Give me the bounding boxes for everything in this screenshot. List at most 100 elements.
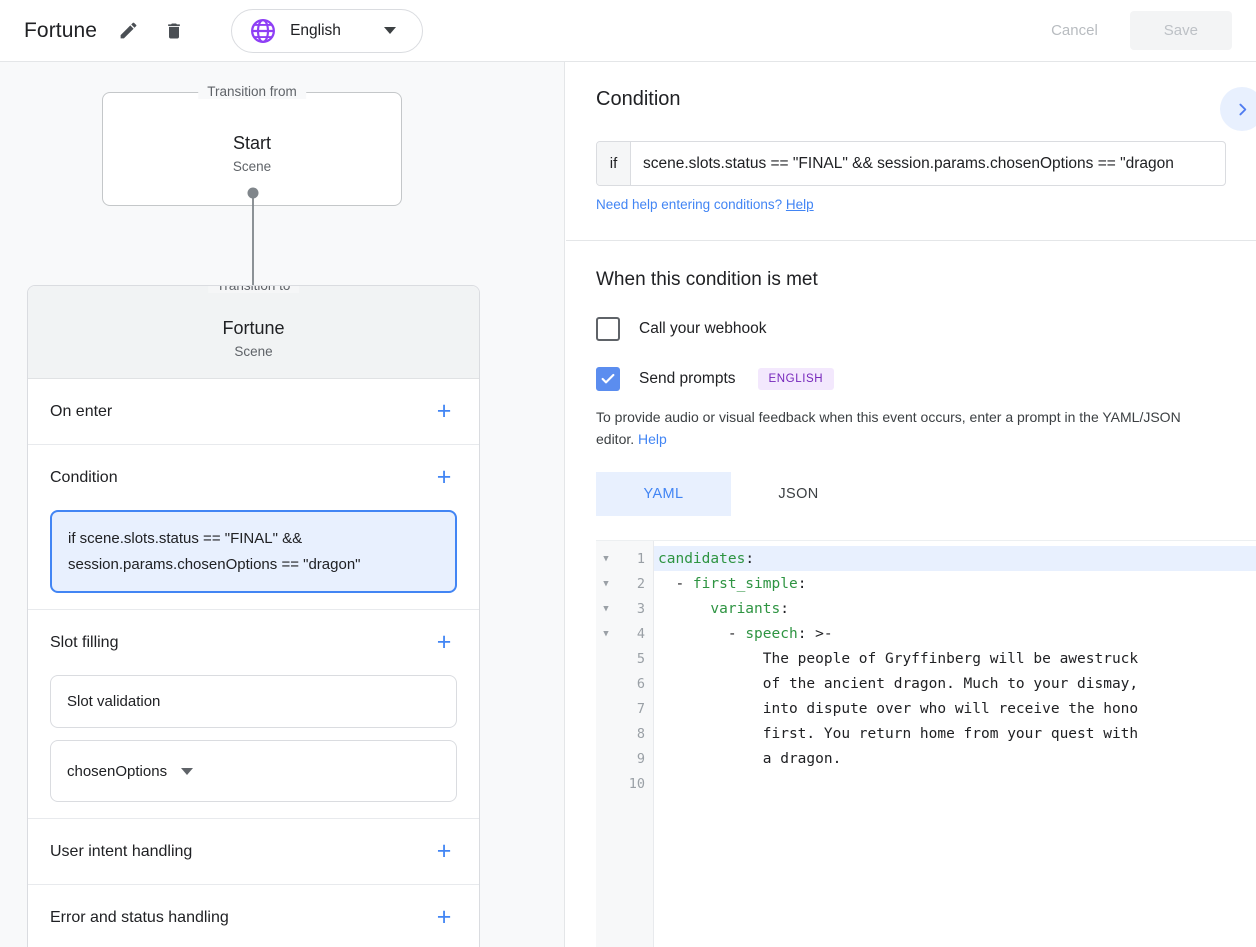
trash-icon[interactable] bbox=[157, 14, 191, 48]
code-indent bbox=[658, 601, 710, 617]
top-app-bar: Fortune English Cancel Save bbox=[0, 0, 1256, 62]
plus-icon[interactable]: + bbox=[431, 630, 457, 656]
condition-chip-selected[interactable]: if scene.slots.status == "FINAL" && sess… bbox=[50, 510, 457, 593]
condition-chip-line-1: if scene.slots.status == "FINAL" && bbox=[68, 526, 439, 552]
editor-code-line[interactable]: variants: bbox=[654, 596, 1256, 621]
code-text: of the ancient dragon. Much to your dism… bbox=[763, 676, 1138, 692]
condition-input[interactable]: if scene.slots.status == "FINAL" && sess… bbox=[596, 141, 1226, 186]
editor-code-line[interactable]: - first_simple: bbox=[654, 571, 1256, 596]
condition-input-value[interactable]: scene.slots.status == "FINAL" && session… bbox=[631, 142, 1225, 185]
transition-from-subtitle: Scene bbox=[103, 159, 401, 174]
section-slot-filling-header[interactable]: Slot filling + bbox=[50, 610, 457, 675]
editor-line-number: ▼1 bbox=[596, 546, 653, 571]
editor-code-line[interactable]: candidates: bbox=[654, 546, 1256, 571]
editor-format-tabs: YAML JSON bbox=[596, 472, 1226, 516]
slot-validation-label: Slot validation bbox=[67, 693, 160, 710]
code-text: first. You return home from your quest w… bbox=[763, 726, 1138, 742]
line-number-value: 2 bbox=[616, 576, 653, 592]
tab-yaml[interactable]: YAML bbox=[596, 472, 731, 516]
plus-icon[interactable]: + bbox=[431, 465, 457, 491]
line-number-value: 6 bbox=[616, 676, 653, 692]
tab-json[interactable]: JSON bbox=[731, 472, 866, 516]
pencil-icon[interactable] bbox=[111, 14, 145, 48]
section-error-status-header[interactable]: Error and status handling + bbox=[50, 885, 457, 947]
prompt-description-text: To provide audio or visual feedback when… bbox=[596, 409, 1181, 447]
code-punctuation: : bbox=[798, 576, 807, 592]
editor-line-number: 10 bbox=[596, 771, 653, 796]
code-text: a dragon. bbox=[763, 751, 842, 767]
section-user-intent-title: User intent handling bbox=[50, 843, 192, 861]
condition-help-link[interactable]: Help bbox=[786, 197, 814, 212]
page-title: Fortune bbox=[24, 19, 97, 43]
yaml-code-editor[interactable]: ▼1▼2▼3▼45678910 candidates: - first_simp… bbox=[596, 540, 1256, 947]
line-number-value: 9 bbox=[616, 751, 653, 767]
scene-flow-panel: Transition from Start Scene Transition t… bbox=[0, 62, 565, 947]
language-label: English bbox=[290, 22, 341, 40]
editor-gutter: ▼1▼2▼3▼45678910 bbox=[596, 541, 654, 947]
language-selector[interactable]: English bbox=[231, 9, 423, 53]
transition-to-name: Fortune bbox=[28, 318, 479, 339]
editor-code-line[interactable]: The people of Gryffinberg will be awestr… bbox=[654, 646, 1256, 671]
plus-icon[interactable]: + bbox=[431, 399, 457, 425]
webhook-checkbox-row[interactable]: Call your webhook bbox=[596, 317, 1226, 341]
transition-to-legend: Transition to bbox=[208, 285, 300, 293]
editor-line-number: ▼2 bbox=[596, 571, 653, 596]
chevron-right-icon[interactable] bbox=[1220, 87, 1256, 131]
fold-arrow-icon[interactable]: ▼ bbox=[596, 604, 616, 614]
line-number-value: 4 bbox=[616, 626, 653, 642]
section-slot-filling: Slot filling + Slot validation chosenOpt… bbox=[28, 610, 479, 819]
send-prompts-checkbox-row[interactable]: Send prompts ENGLISH bbox=[596, 367, 1226, 391]
condition-help-text: Need help entering conditions? Help bbox=[596, 197, 1226, 212]
code-key: candidates bbox=[658, 551, 745, 567]
editor-code-line[interactable]: of the ancient dragon. Much to your dism… bbox=[654, 671, 1256, 696]
condition-if-prefix: if bbox=[597, 142, 631, 185]
code-indent bbox=[658, 651, 763, 667]
code-text: into dispute over who will receive the h… bbox=[763, 701, 1138, 717]
section-condition-body: if scene.slots.status == "FINAL" && sess… bbox=[50, 510, 457, 609]
slot-validation-chip[interactable]: Slot validation bbox=[50, 675, 457, 728]
editor-code-area[interactable]: candidates: - first_simple: variants: - … bbox=[654, 541, 1256, 947]
fold-arrow-icon[interactable]: ▼ bbox=[596, 579, 616, 589]
editor-code-line[interactable]: into dispute over who will receive the h… bbox=[654, 696, 1256, 721]
fold-arrow-icon[interactable]: ▼ bbox=[596, 629, 616, 639]
fold-arrow-icon[interactable]: ▼ bbox=[596, 554, 616, 564]
webhook-checkbox[interactable] bbox=[596, 317, 620, 341]
chevron-down-icon bbox=[181, 768, 193, 775]
condition-section: Condition if scene.slots.status == "FINA… bbox=[566, 62, 1256, 241]
save-button[interactable]: Save bbox=[1130, 11, 1232, 50]
transition-from-body: Start Scene bbox=[103, 93, 401, 174]
editor-code-line[interactable]: a dragon. bbox=[654, 746, 1256, 771]
section-condition-header[interactable]: Condition + bbox=[50, 445, 457, 510]
editor-line-number: 7 bbox=[596, 696, 653, 721]
transition-to-card: Transition to Fortune Scene On enter + C… bbox=[27, 285, 480, 947]
editor-line-number: 6 bbox=[596, 671, 653, 696]
editor-code-line[interactable]: - speech: >- bbox=[654, 621, 1256, 646]
code-punctuation: : >- bbox=[798, 626, 833, 642]
editor-line-number: 8 bbox=[596, 721, 653, 746]
editor-code-line[interactable]: first. You return home from your quest w… bbox=[654, 721, 1256, 746]
line-number-value: 8 bbox=[616, 726, 653, 742]
code-key: variants bbox=[710, 601, 780, 617]
plus-icon[interactable]: + bbox=[431, 905, 457, 931]
section-on-enter-header[interactable]: On enter + bbox=[50, 379, 457, 444]
section-on-enter-title: On enter bbox=[50, 403, 112, 421]
code-indent bbox=[658, 676, 763, 692]
when-condition-met-section: When this condition is met Call your web… bbox=[566, 241, 1256, 516]
line-number-value: 1 bbox=[616, 551, 653, 567]
line-number-value: 5 bbox=[616, 651, 653, 667]
code-punctuation: : bbox=[745, 551, 754, 567]
prompt-description-help-link[interactable]: Help bbox=[638, 431, 667, 447]
language-badge: ENGLISH bbox=[758, 368, 835, 390]
transition-from-legend: Transition from bbox=[198, 84, 306, 99]
plus-icon[interactable]: + bbox=[431, 839, 457, 865]
transition-to-header[interactable]: Transition to Fortune Scene bbox=[28, 286, 479, 379]
globe-icon bbox=[250, 18, 276, 44]
cancel-button[interactable]: Cancel bbox=[1033, 13, 1116, 48]
section-user-intent-header[interactable]: User intent handling + bbox=[50, 819, 457, 884]
slot-select-chip[interactable]: chosenOptions bbox=[50, 740, 457, 802]
slot-name-label: chosenOptions bbox=[67, 763, 167, 780]
send-prompts-checkbox[interactable] bbox=[596, 367, 620, 391]
code-text: The people of Gryffinberg will be awestr… bbox=[763, 651, 1138, 667]
code-indent bbox=[658, 701, 763, 717]
editor-code-line[interactable] bbox=[654, 771, 1256, 796]
